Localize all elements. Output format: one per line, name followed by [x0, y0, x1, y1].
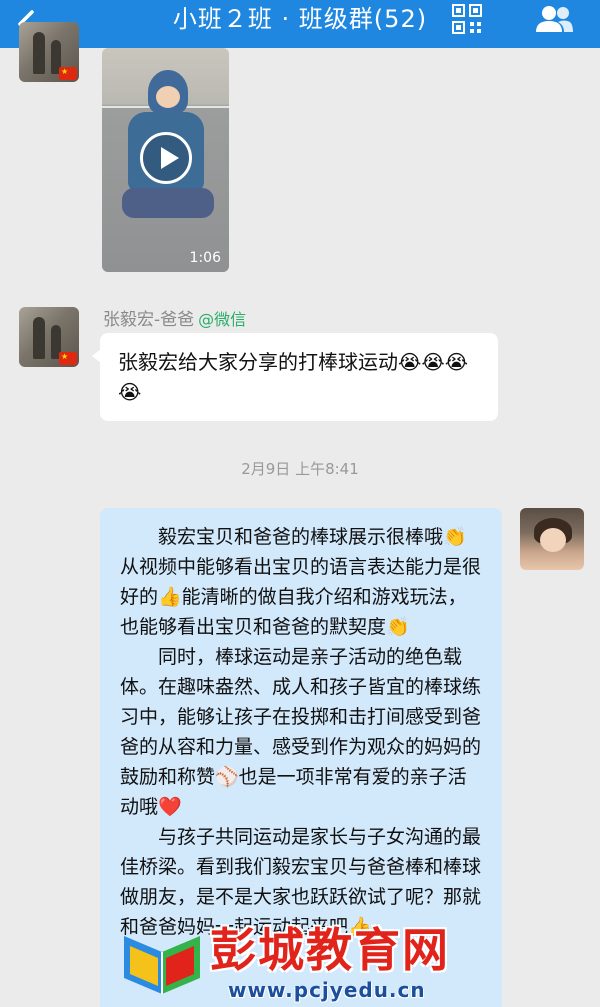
china-flag-icon: ★ [59, 67, 77, 80]
qr-code-button[interactable] [452, 4, 482, 34]
china-flag-icon: ★ [59, 352, 77, 365]
video-message[interactable]: 1:06 [102, 48, 229, 272]
sender-avatar[interactable]: ★ [19, 307, 79, 367]
message-paragraph: 同时，棒球运动是亲子活动的绝色载体。在趣味盎然、成人和孩子皆宜的棒球练习中，能够… [120, 646, 482, 818]
sender-name: 张毅宏-爸爸 [103, 310, 195, 330]
watermark-brand: 彭城教育网 [210, 923, 450, 977]
chat-title: 小班２班 · 班级群(52) [172, 5, 428, 33]
group-members-button[interactable] [534, 4, 574, 34]
nav-bar: 小班２班 · 班级群(52) [0, 0, 600, 48]
play-icon[interactable] [140, 132, 192, 184]
sender-source: @微信 [198, 310, 247, 329]
watermark: 彭城教育网 www.pcjyedu.cn [118, 922, 498, 1007]
timestamp: 2月9日 上午8:41 [241, 460, 359, 478]
self-avatar[interactable] [520, 508, 584, 570]
message-bubble[interactable]: 张毅宏给大家分享的打棒球运动😭😭😭😭 [92, 333, 498, 421]
message-text: 张毅宏给大家分享的打棒球运动😭😭😭😭 [118, 350, 469, 404]
message-paragraph: 毅宏宝贝和爸爸的棒球展示很棒哦👏从视频中能够看出宝贝的语言表达能力是很好的👍能清… [120, 526, 482, 638]
video-duration: 1:06 [189, 250, 221, 266]
sender-avatar[interactable]: ★ [19, 22, 79, 82]
qr-code-icon [452, 4, 482, 34]
book-logo-icon [124, 936, 200, 994]
sender-name-row: 张毅宏-爸爸 @微信 [103, 305, 246, 330]
watermark-url: www.pcjyedu.cn [228, 978, 426, 1002]
group-members-icon [536, 6, 573, 32]
